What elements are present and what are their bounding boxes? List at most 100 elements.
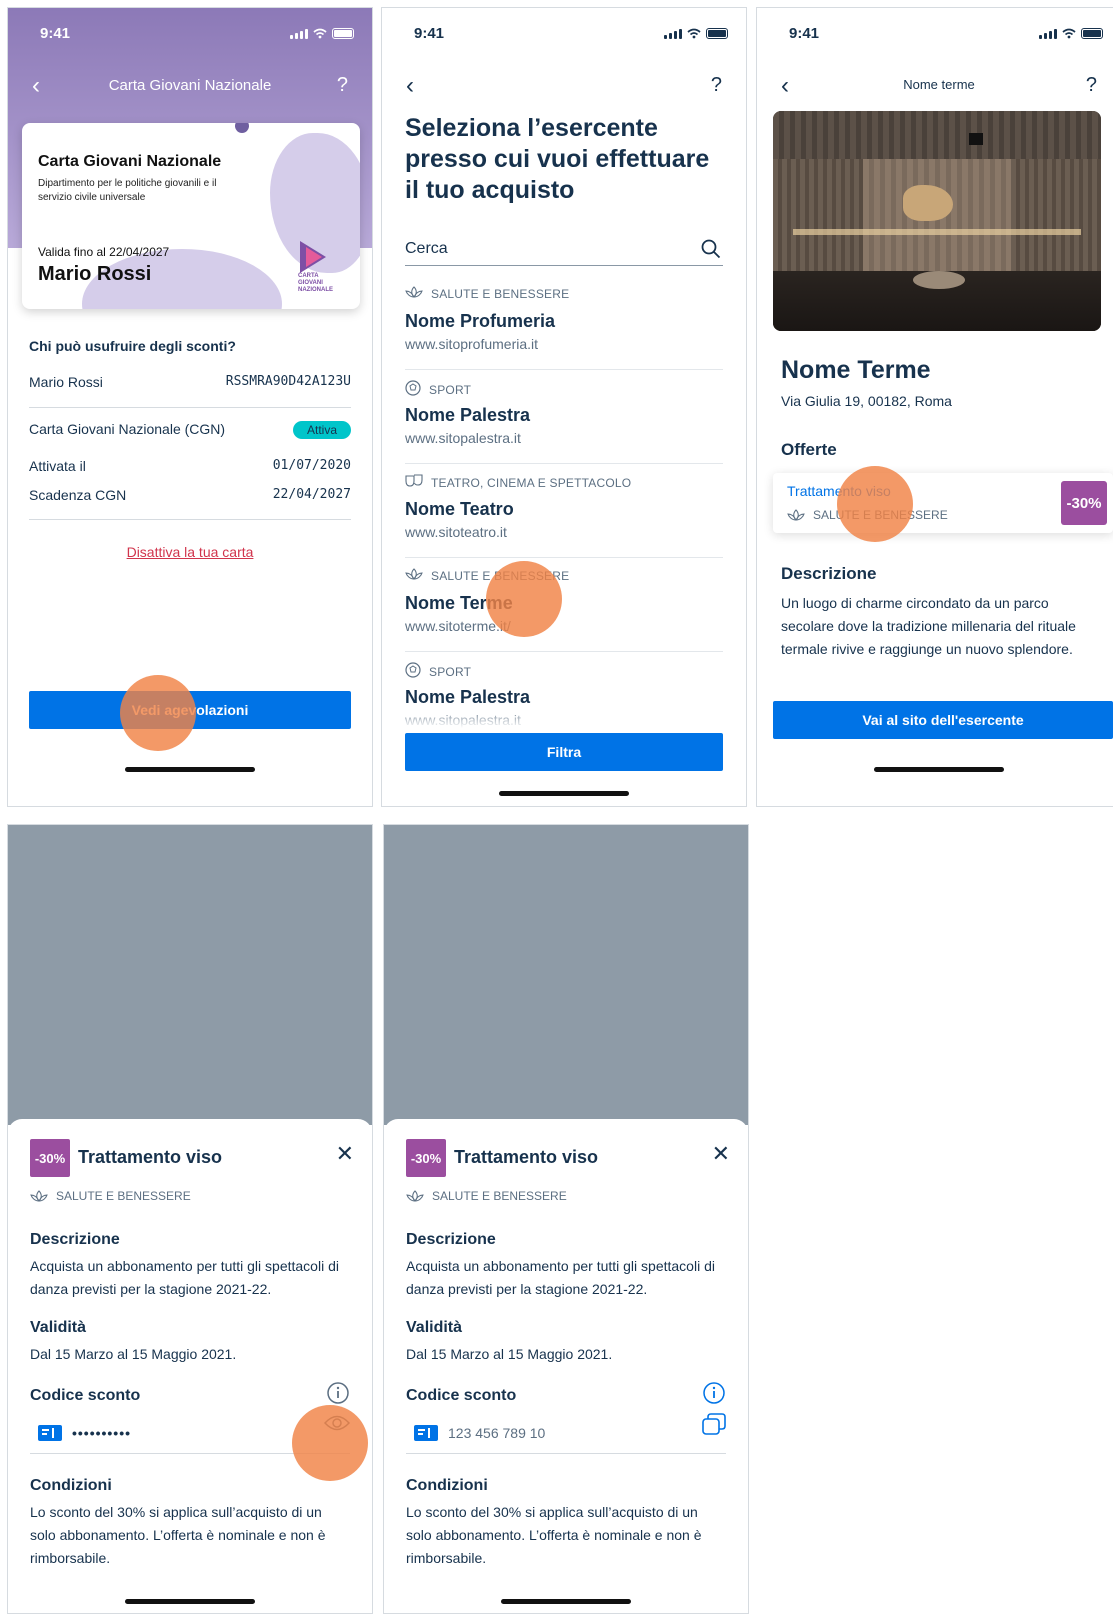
owner-name: Mario Rossi xyxy=(29,374,103,390)
screen-card-details: 9:41 ‹ Carta Giovani Nazionale ? Carta G… xyxy=(7,7,373,807)
wifi-icon xyxy=(313,28,327,39)
masks-icon xyxy=(405,474,423,491)
nav-title: Carta Giovani Nazionale xyxy=(108,77,272,94)
expiry-row: Scadenza CGN 22/04/2027 xyxy=(29,487,351,503)
nav-title: Nome terme xyxy=(903,77,975,92)
merchant-category: SALUTE E BENESSERE xyxy=(431,286,570,301)
card-icon xyxy=(38,1425,62,1441)
code-heading: Codice sconto xyxy=(30,1387,141,1404)
merchant-name: Nome Terme xyxy=(781,356,931,384)
validity-text: Dal 15 Marzo al 15 Maggio 2021. xyxy=(406,1346,613,1362)
home-indicator xyxy=(125,767,255,772)
lotus-icon xyxy=(787,509,805,521)
status-badge: Attiva xyxy=(292,421,351,439)
status-bar: 9:41 xyxy=(382,8,746,58)
merchant-list-item[interactable]: SPORTNome Palestrawww.sitopalestra.it xyxy=(405,652,723,746)
masked-code: •••••••••• xyxy=(72,1425,132,1441)
card-name: Carta Giovani Nazionale xyxy=(38,153,222,170)
offer-card[interactable]: Trattamento viso SALUTE E BENESSERE -30% xyxy=(773,473,1113,533)
deactivate-card-link[interactable]: Disattiva la tua carta xyxy=(8,544,372,560)
activated-row: Attivata il 01/07/2020 xyxy=(29,458,351,474)
merchant-list-item[interactable]: SALUTE E BENESSERENome Termewww.sitoterm… xyxy=(405,558,723,652)
help-icon[interactable]: ? xyxy=(337,74,348,97)
validity-heading: Validità xyxy=(406,1319,463,1336)
visit-merchant-site-button[interactable]: Vai al sito dell'esercente xyxy=(773,701,1113,739)
search-input[interactable]: Cerca xyxy=(405,236,723,266)
info-icon[interactable] xyxy=(326,1381,350,1405)
activated-value: 01/07/2020 xyxy=(272,458,351,473)
touch-indicator xyxy=(837,466,913,542)
merchant-name: Nome Palestra xyxy=(405,405,531,425)
ball-icon xyxy=(405,380,421,399)
back-icon[interactable]: ‹ xyxy=(406,74,414,98)
merchant-name: Nome Teatro xyxy=(405,499,514,519)
offer-bottom-sheet: -30% Trattamento viso ✕ SALUTE E BENESSE… xyxy=(8,1119,372,1613)
page-title: Seleziona l’esercente presso cui vuoi ef… xyxy=(405,114,710,204)
discount-badge: -30% xyxy=(30,1139,70,1177)
copy-icon[interactable] xyxy=(702,1413,726,1435)
filter-button[interactable]: Filtra xyxy=(405,733,723,771)
visible-code: 123 456 789 10 xyxy=(448,1425,546,1441)
back-icon[interactable]: ‹ xyxy=(32,74,40,98)
discount-code: •••••••••• xyxy=(38,1425,131,1441)
merchant-category: TEATRO, CINEMA E SPETTACOLO xyxy=(431,475,632,490)
validity-text: Dal 15 Marzo al 15 Maggio 2021. xyxy=(30,1346,237,1362)
search-icon[interactable] xyxy=(701,239,721,259)
close-icon[interactable]: ✕ xyxy=(712,1141,730,1167)
modal-backdrop[interactable] xyxy=(8,825,372,1125)
description-heading: Descrizione xyxy=(406,1231,496,1248)
validity-heading: Validità xyxy=(30,1319,87,1336)
card-icon xyxy=(414,1425,438,1441)
divider xyxy=(406,1453,726,1454)
ball-icon xyxy=(405,662,421,681)
merchant-category: SPORT xyxy=(429,664,472,679)
home-indicator xyxy=(874,767,1004,772)
screen-merchant-detail: 9:41 ‹ Nome terme ? Nome Terme Via Giuli… xyxy=(756,7,1113,807)
sheet-category: SALUTE E BENESSERE xyxy=(432,1189,567,1203)
discount-badge: -30% xyxy=(406,1139,446,1177)
merchant-url: www.sitoteatro.it xyxy=(405,524,507,540)
touch-indicator xyxy=(486,561,562,637)
help-icon[interactable]: ? xyxy=(1086,74,1097,97)
modal-backdrop[interactable] xyxy=(384,825,748,1125)
description-text: Acquista un abbonamento per tutti gli sp… xyxy=(406,1258,715,1297)
wifi-icon xyxy=(687,28,701,39)
merchant-url: www.sitoprofumeria.it xyxy=(405,336,539,352)
nav-bar: ‹ Carta Giovani Nazionale ? xyxy=(8,66,372,106)
close-icon[interactable]: ✕ xyxy=(336,1141,354,1167)
signal-icon xyxy=(290,29,308,39)
merchant-list-item[interactable]: TEATRO, CINEMA E SPETTACOLO Nome Teatro ww… xyxy=(405,464,723,558)
description-text: Acquista un abbonamento per tutti gli sp… xyxy=(30,1258,339,1297)
merchant-photo xyxy=(773,111,1101,331)
search-placeholder: Cerca xyxy=(405,240,448,257)
code-heading: Codice sconto xyxy=(406,1387,517,1404)
nav-bar: ‹ Nome terme ? xyxy=(757,66,1113,106)
offers-heading: Offerte xyxy=(781,440,837,459)
offer-bottom-sheet: -30% Trattamento viso ✕ SALUTE E BENESSE… xyxy=(384,1119,748,1613)
home-indicator xyxy=(499,791,629,796)
sheet-title: Trattamento viso xyxy=(78,1147,223,1167)
merchant-address: Via Giulia 19, 00182, Roma xyxy=(781,393,952,409)
discount-code: 123 456 789 10 xyxy=(414,1425,545,1441)
status-bar: 9:41 xyxy=(757,8,1113,58)
status-time: 9:41 xyxy=(414,25,445,42)
description-heading: Descrizione xyxy=(30,1231,120,1248)
expiry-label: Scadenza CGN xyxy=(29,487,127,503)
merchant-name: Nome Palestra xyxy=(405,687,531,707)
owner-row: Mario Rossi RSSMRA90D42A123U xyxy=(29,374,351,390)
lotus-icon xyxy=(406,1190,424,1202)
description-text: Un luogo di charme circondato da un parc… xyxy=(781,595,1076,657)
help-icon[interactable]: ? xyxy=(711,74,722,97)
sheet-title: Trattamento viso xyxy=(454,1147,599,1167)
status-time: 9:41 xyxy=(40,25,71,42)
info-icon[interactable] xyxy=(702,1381,726,1405)
expiry-value: 22/04/2027 xyxy=(272,487,351,502)
youth-card[interactable]: Carta Giovani Nazionale Dipartimento per… xyxy=(22,123,360,309)
conditions-heading: Condizioni xyxy=(30,1477,112,1494)
merchant-list-item[interactable]: SALUTE E BENESSERE Nome Profumeria www.sit… xyxy=(405,276,723,370)
merchant-name: Nome Profumeria xyxy=(405,311,556,331)
who-title: Chi può usufruire degli sconti? xyxy=(29,338,236,354)
merchant-list-item[interactable]: SPORTNome Palestrawww.sitopalestra.it xyxy=(405,370,723,464)
back-icon[interactable]: ‹ xyxy=(781,74,789,98)
description-heading: Descrizione xyxy=(781,564,877,583)
